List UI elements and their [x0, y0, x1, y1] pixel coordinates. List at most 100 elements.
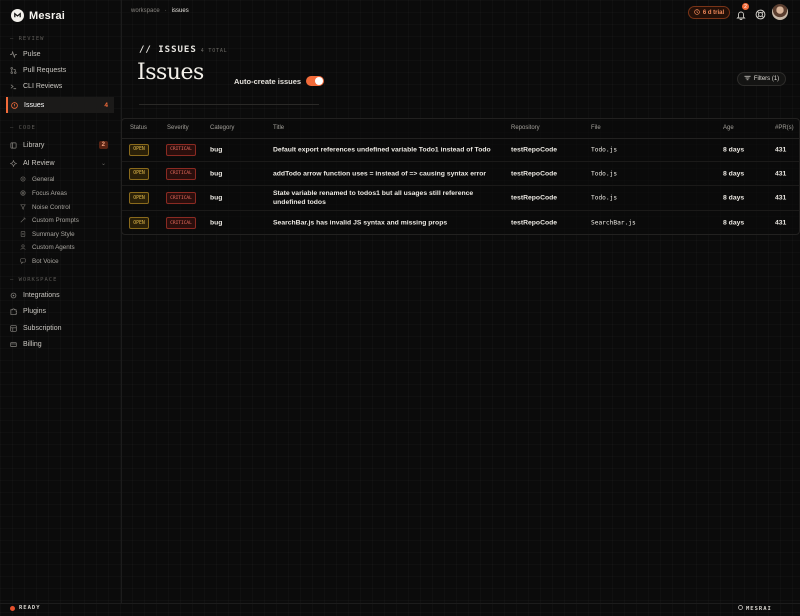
sidebar-item-pull-requests[interactable]: Pull Requests	[6, 62, 114, 78]
sidebar-item-label: Integrations	[23, 291, 60, 299]
auto-create-label: Auto-create issues	[234, 76, 302, 86]
ai-icon	[10, 159, 17, 167]
pr-cell[interactable]: 431	[775, 146, 786, 153]
sidebar-item-library[interactable]: Library 2	[6, 137, 114, 153]
sidebar-item-integrations[interactable]: Integrations	[6, 287, 114, 303]
sub-item-custom-agents[interactable]: Custom Agents	[20, 241, 75, 253]
sub-item-focus-areas[interactable]: Focus Areas	[20, 187, 67, 199]
age-cell: 8 days	[723, 194, 745, 202]
category-cell: bug	[210, 146, 223, 153]
filters-label: Filters (1)	[753, 76, 780, 82]
age-cell: 8 days	[723, 219, 745, 227]
pr-cell[interactable]: 431	[775, 195, 786, 202]
title-cell[interactable]: addTodo arrow function uses = instead of…	[273, 169, 503, 178]
sidebar-item-issues[interactable]: Issues 4	[6, 97, 114, 113]
sub-item-label: Custom Prompts	[32, 216, 79, 224]
column-header-title[interactable]: Title	[273, 125, 284, 131]
auto-create-toggle[interactable]	[306, 76, 325, 86]
sidebar-item-plugins[interactable]: Plugins	[6, 303, 114, 319]
status-dot-icon	[10, 605, 15, 611]
sub-item-noise-control[interactable]: Noise Control	[20, 201, 70, 213]
column-header-repository[interactable]: Repository	[511, 125, 540, 131]
severity-badge: CRITICAL	[166, 217, 196, 229]
book-icon	[10, 142, 17, 149]
category-cell: bug	[210, 194, 223, 202]
breadcrumb-current: issues	[171, 8, 189, 14]
severity-badge: CRITICAL	[166, 192, 196, 204]
repository-cell: testRepoCode	[511, 219, 558, 227]
title-cell[interactable]: Default export references undefined vari…	[273, 145, 503, 154]
table-row[interactable]: OPEN CRITICAL bug Default export referen…	[122, 138, 799, 162]
title-cell[interactable]: State variable renamed to todos1 but all…	[273, 189, 503, 207]
file-cell[interactable]: SearchBar.js	[591, 220, 636, 227]
chevron-down-icon[interactable]: ⌄	[101, 160, 106, 167]
column-header-severity[interactable]: Severity	[167, 125, 189, 131]
severity-badge: CRITICAL	[166, 143, 196, 156]
table-row[interactable]: OPEN CRITICAL bug State variable renamed…	[122, 186, 799, 211]
column-header-file[interactable]: File	[591, 125, 601, 131]
auto-create-control: Auto-create issues	[234, 76, 325, 86]
page-title: Issues	[137, 60, 204, 85]
sub-item-summary-style[interactable]: Summary Style	[20, 228, 75, 240]
sub-item-label: General	[32, 175, 55, 183]
file-cell[interactable]: Todo.js	[591, 195, 617, 202]
filter-icon	[20, 203, 27, 211]
repository-cell: testRepoCode	[511, 170, 558, 177]
pr-cell[interactable]: 431	[775, 220, 786, 227]
clock-icon	[694, 8, 700, 17]
sub-item-label: Custom Agents	[32, 243, 75, 251]
file-cell[interactable]: Todo.js	[591, 146, 617, 153]
status-badge: OPEN	[129, 217, 149, 229]
sub-item-general[interactable]: General	[20, 173, 54, 185]
puzzle-icon	[10, 308, 17, 315]
brand-mark-icon	[738, 605, 743, 612]
support-icon[interactable]	[755, 7, 766, 20]
status-badge: OPEN	[129, 143, 149, 156]
sidebar-item-ai-review[interactable]: AI Review ⌄	[6, 155, 114, 171]
card-icon	[10, 324, 17, 332]
plug-icon	[10, 292, 17, 299]
pr-cell[interactable]: 431	[775, 170, 786, 177]
column-header-pr[interactable]: #PR(s)	[775, 125, 794, 131]
age-cell: 8 days	[723, 170, 745, 177]
section-label-review: — REVIEW	[10, 36, 45, 42]
sidebar-item-pulse[interactable]: Pulse	[6, 46, 114, 62]
file-cell[interactable]: Todo.js	[591, 170, 617, 177]
column-header-status[interactable]: Status	[130, 125, 147, 131]
divider	[139, 104, 319, 105]
sidebar-item-subscription[interactable]: Subscription	[6, 320, 114, 336]
breadcrumb-workspace[interactable]: workspace	[131, 8, 160, 14]
column-header-category[interactable]: Category	[210, 125, 234, 131]
library-count-badge: 2	[98, 141, 108, 149]
sidebar-item-label: Library	[23, 141, 45, 149]
sidebar-item-label: Pulse	[23, 50, 41, 58]
brand[interactable]: Mesrai	[11, 9, 65, 22]
trial-label: 6 d trial	[702, 9, 725, 16]
filter-lines-icon	[744, 75, 751, 83]
notification-badge: 2	[742, 3, 749, 10]
table-row[interactable]: OPEN CRITICAL bug addTodo arrow function…	[122, 162, 799, 186]
title-cell[interactable]: SearchBar.js has invalid JS syntax and m…	[273, 219, 503, 228]
sidebar-item-cli-reviews[interactable]: CLI Reviews	[6, 78, 114, 94]
sidebar: Mesrai — REVIEW Pulse Pull Requests CLI …	[0, 0, 122, 604]
sidebar-item-label: Pull Requests	[23, 66, 67, 74]
age-cell: 8 days	[723, 146, 745, 153]
sidebar-item-label: AI Review	[23, 159, 55, 167]
sidebar-item-label: Subscription	[23, 324, 62, 332]
filters-button[interactable]: Filters (1)	[737, 72, 786, 86]
target-icon	[20, 189, 27, 197]
sidebar-item-label: Plugins	[23, 307, 46, 315]
sidebar-item-label: Issues	[24, 101, 45, 109]
sidebar-item-billing[interactable]: Billing	[6, 336, 114, 352]
trial-button[interactable]: 6 d trial	[688, 6, 730, 19]
column-header-age[interactable]: Age	[723, 125, 734, 131]
status-badge: OPEN	[129, 192, 149, 204]
sub-item-bot-voice[interactable]: Bot Voice	[20, 255, 59, 267]
sub-item-custom-prompts[interactable]: Custom Prompts	[20, 214, 79, 226]
avatar[interactable]	[772, 4, 788, 20]
status-text: READY	[19, 605, 41, 611]
table-row[interactable]: OPEN CRITICAL bug SearchBar.js has inval…	[122, 211, 799, 235]
footer-brand: MESRAI	[738, 605, 772, 612]
category-cell: bug	[210, 219, 223, 227]
alert-icon	[11, 101, 18, 109]
